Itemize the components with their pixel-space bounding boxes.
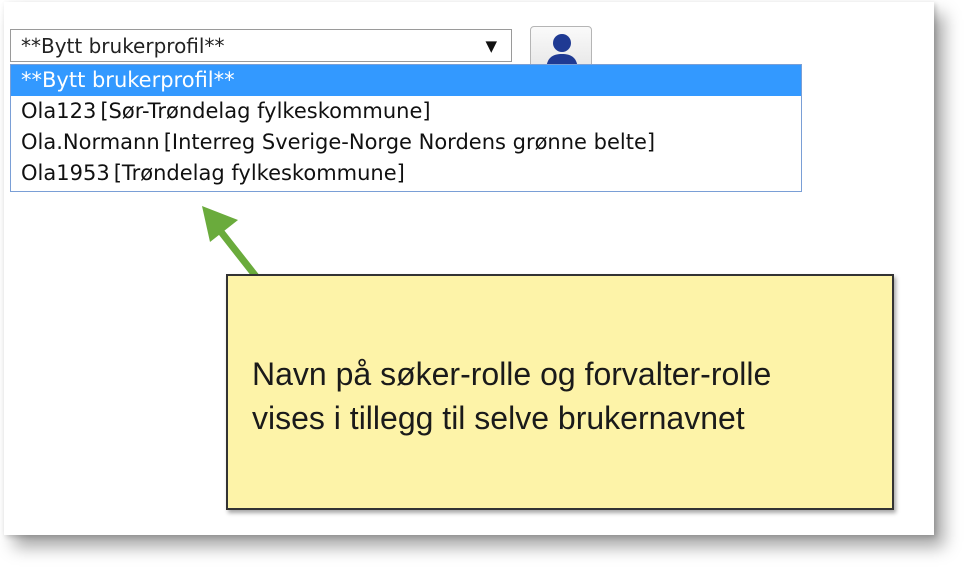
annotation-text: Navn på søker-rolle og forvalter-rolle v… <box>252 352 872 440</box>
chevron-down-icon[interactable]: ▼ <box>485 37 497 55</box>
option-username: Ola123 <box>21 99 97 123</box>
user-profile-button[interactable] <box>530 26 592 68</box>
option-organization: [Trøndelag fylkeskommune] <box>113 161 405 185</box>
profile-dropdown-list: **Bytt brukerprofil** Ola123 [Sør-Trøndel… <box>10 64 802 192</box>
option-organization: [Interreg Sverige-Norge Nordens grønne b… <box>163 130 656 154</box>
annotation-line-2: vises i tillegg til selve brukernavnet <box>252 400 745 436</box>
profile-option-ola-normann[interactable]: Ola.Normann [Interreg Sverige-Norge Norde… <box>11 127 801 158</box>
profile-option-default[interactable]: **Bytt brukerprofil** <box>11 65 801 96</box>
option-organization: [Sør-Trøndelag fylkeskommune] <box>100 99 431 123</box>
option-username: Ola1953 <box>21 161 110 185</box>
user-icon <box>546 34 578 67</box>
option-username: Ola.Normann <box>21 130 160 154</box>
profile-option-ola123[interactable]: Ola123 [Sør-Trøndelag fylkeskommune] <box>11 96 801 127</box>
profile-select-value: **Bytt brukerprofil** <box>21 34 225 58</box>
annotation-callout: Navn på søker-rolle og forvalter-rolle v… <box>226 274 894 510</box>
profile-option-ola1953[interactable]: Ola1953 [Trøndelag fylkeskommune] <box>11 158 801 189</box>
annotation-line-1: Navn på søker-rolle og forvalter-rolle <box>252 356 772 392</box>
profile-select[interactable]: **Bytt brukerprofil** ▼ <box>10 29 512 62</box>
option-label: **Bytt brukerprofil** <box>21 68 235 92</box>
screenshot-frame: **Bytt brukerprofil** ▼ **Bytt brukerpro… <box>4 2 934 535</box>
